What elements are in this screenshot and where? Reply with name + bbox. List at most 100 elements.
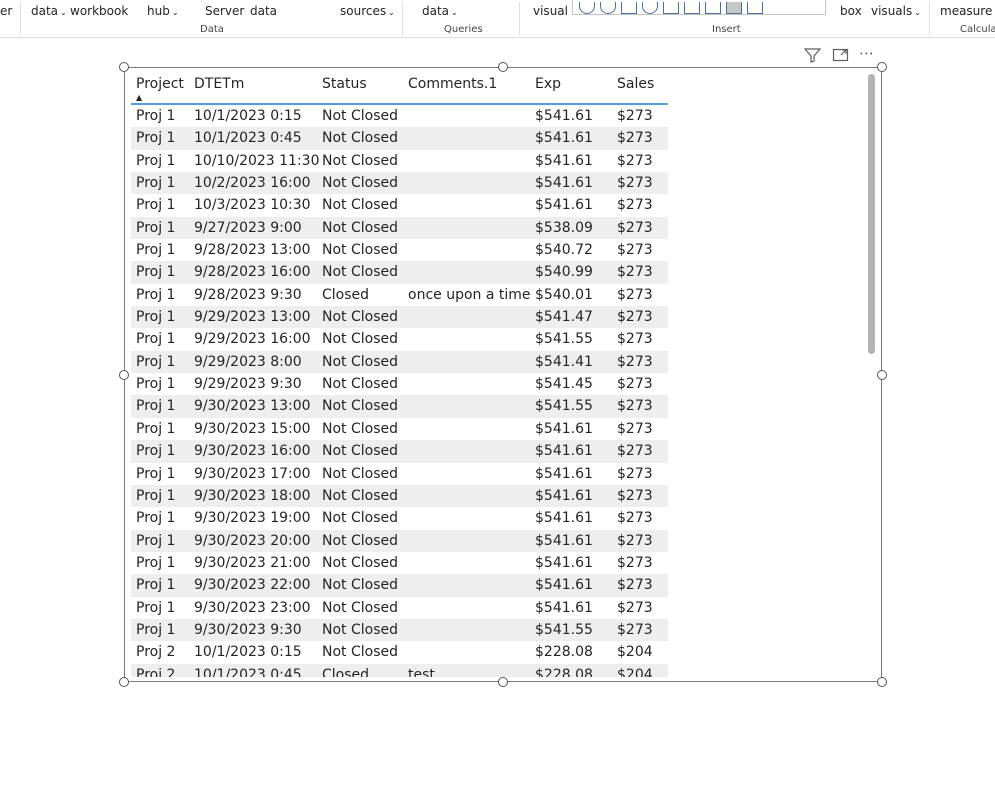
cell-dtetm: 10/1/2023 0:45 <box>194 666 302 677</box>
excel-workbook-button[interactable]: workbook <box>70 4 128 18</box>
cell-project: Proj 1 <box>136 420 176 437</box>
table-row[interactable]: Proj 1 9/30/2023 15:00 Not Closed $541.61 $2… <box>131 418 668 440</box>
cell-sales: $273 <box>617 242 653 259</box>
new-visual-button[interactable]: visual <box>533 4 568 18</box>
cell-project: Proj 2 <box>136 644 176 661</box>
table-icon[interactable] <box>726 2 742 14</box>
recent-sources-button[interactable]: sources ⌄ <box>340 4 395 18</box>
map-icon[interactable] <box>642 2 658 14</box>
table-row[interactable]: Proj 1 9/30/2023 21:00 Not Closed $541.61 $2… <box>131 552 668 574</box>
filter-icon[interactable] <box>803 47 822 67</box>
table-row[interactable]: Proj 1 9/30/2023 18:00 Not Closed $541.61 $2… <box>131 484 668 508</box>
resize-handle-top-left[interactable] <box>119 62 129 72</box>
matrix-icon[interactable] <box>747 2 763 14</box>
multi-row-card-icon[interactable] <box>705 2 721 14</box>
table-row[interactable]: Proj 1 9/27/2023 9:00 Not Closed $538.09 $27… <box>131 216 668 240</box>
resize-handle-left[interactable] <box>119 370 129 380</box>
column-header-status[interactable]: Status <box>322 76 367 92</box>
resize-handle-top-right[interactable] <box>877 62 887 72</box>
data-hub-button[interactable]: hub ⌄ <box>147 4 179 18</box>
cell-status: Not Closed <box>322 599 399 616</box>
cell-dtetm: 9/30/2023 9:30 <box>194 621 302 638</box>
table-row[interactable]: Proj 1 9/30/2023 9:30 Not Closed $541.55 $27… <box>131 618 668 642</box>
cell-dtetm: 9/30/2023 21:00 <box>194 554 311 571</box>
table-row[interactable]: Proj 1 9/30/2023 17:00 Not Closed $541.61 $2… <box>131 463 668 485</box>
resize-handle-bottom[interactable] <box>498 677 508 687</box>
text-box-button[interactable]: box <box>840 4 862 18</box>
cell-status: Not Closed <box>322 398 399 415</box>
chevron-down-icon: ⌄ <box>914 8 921 17</box>
chevron-down-icon: ⌄ <box>171 8 179 17</box>
cell-dtetm: 10/1/2023 0:15 <box>194 644 302 661</box>
table-header: Project ▲ DTETm Status Comments.1 Exp Sa… <box>131 72 668 105</box>
cell-exp: $541.61 <box>535 554 593 571</box>
cell-exp: $541.61 <box>535 152 593 169</box>
table-row[interactable]: Proj 1 10/1/2023 0:15 Not Closed $541.61 $27… <box>131 105 668 127</box>
cell-project: Proj 1 <box>136 219 176 236</box>
bar-chart-icon[interactable] <box>621 2 637 14</box>
table-row[interactable]: Proj 1 9/28/2023 13:00 Not Closed $540.72 $2… <box>131 239 668 261</box>
resize-handle-bottom-left[interactable] <box>119 677 129 687</box>
column-header-project[interactable]: Project <box>136 76 184 92</box>
column-header-dtetm[interactable]: DTETm <box>194 76 244 92</box>
card-icon[interactable] <box>684 2 700 14</box>
column-header-comments[interactable]: Comments.1 <box>408 76 497 92</box>
gauge-icon[interactable] <box>600 2 616 14</box>
new-measure-button[interactable]: measure m <box>940 4 995 18</box>
cell-dtetm: 9/28/2023 9:30 <box>194 286 302 303</box>
enter-data-button[interactable]: data <box>250 4 277 18</box>
cell-sales: $273 <box>617 577 653 594</box>
resize-handle-top[interactable] <box>498 62 508 72</box>
cell-project: Proj 1 <box>136 353 176 370</box>
get-data-button[interactable]: data ⌄ <box>31 4 67 18</box>
cell-status: Not Closed <box>322 554 399 571</box>
cell-exp: $541.41 <box>535 353 593 370</box>
table-row[interactable]: Proj 1 9/30/2023 20:00 Not Closed $541.61 $2… <box>131 529 668 552</box>
sql-server-button[interactable]: Server <box>205 4 244 18</box>
cell-project: Proj 1 <box>136 264 176 281</box>
focus-mode-icon[interactable] <box>832 47 849 67</box>
cell-dtetm: 9/30/2023 15:00 <box>194 420 311 437</box>
cell-dtetm: 9/30/2023 18:00 <box>194 487 311 504</box>
table-row[interactable]: Proj 1 10/3/2023 10:30 Not Closed $541.61 $2… <box>131 194 668 216</box>
cell-project: Proj 1 <box>136 554 176 571</box>
ribbon-item-partial[interactable]: er <box>0 4 12 18</box>
table-row[interactable]: Proj 1 10/2/2023 16:00 Not Closed $541.61 $2… <box>131 172 668 195</box>
donut-chart-icon[interactable] <box>579 2 595 14</box>
table-row[interactable]: Proj 1 9/30/2023 16:00 Not Closed $541.61 $2… <box>131 440 668 463</box>
cell-status: Not Closed <box>322 242 399 259</box>
cell-sales: $273 <box>617 309 653 326</box>
vertical-scrollbar[interactable] <box>868 74 875 354</box>
table-row[interactable]: Proj 1 9/29/2023 9:30 Not Closed $541.45 $27… <box>131 373 668 395</box>
table-row[interactable]: Proj 1 9/30/2023 22:00 Not Closed $541.61 $2… <box>131 574 668 597</box>
table-row[interactable]: Proj 1 9/29/2023 8:00 Not Closed $541.41 $27… <box>131 350 668 374</box>
column-header-sales[interactable]: Sales <box>617 76 654 92</box>
cell-exp: $541.47 <box>535 309 593 326</box>
resize-handle-bottom-right[interactable] <box>877 677 887 687</box>
cell-project: Proj 1 <box>136 443 176 460</box>
table-row[interactable]: Proj 1 10/10/2023 11:30 Not Closed $541.61 $… <box>131 150 668 172</box>
ribbon-separator <box>20 2 21 35</box>
table-row[interactable]: Proj 1 9/28/2023 16:00 Not Closed $540.99 $2… <box>131 261 668 284</box>
table-row[interactable]: Proj 1 9/30/2023 23:00 Not Closed $541.61 $2… <box>131 597 668 619</box>
table-row[interactable]: Proj 1 10/1/2023 0:45 Not Closed $541.61 $27… <box>131 127 668 150</box>
cell-dtetm: 9/30/2023 17:00 <box>194 465 311 482</box>
table-row[interactable]: Proj 1 9/28/2023 9:30 Closed once upon a ti… <box>131 284 668 306</box>
more-options-icon[interactable]: ⋯ <box>859 44 874 62</box>
table-row[interactable]: Proj 1 9/30/2023 19:00 Not Closed $541.61 $2… <box>131 507 668 529</box>
column-header-exp[interactable]: Exp <box>535 76 561 92</box>
resize-handle-right[interactable] <box>877 370 887 380</box>
table-row[interactable]: Proj 2 10/1/2023 0:45 Closed test $228.08 $20… <box>131 663 668 677</box>
more-visuals-button[interactable]: visuals ⌄ <box>871 4 921 18</box>
cell-sales: $204 <box>617 644 653 661</box>
cell-status: Not Closed <box>322 219 399 236</box>
smart-narrative-icon[interactable] <box>663 2 679 14</box>
table-row[interactable]: Proj 2 10/1/2023 0:15 Not Closed $228.08 $20… <box>131 641 668 663</box>
table-row[interactable]: Proj 1 9/30/2023 13:00 Not Closed $541.55 $2… <box>131 395 668 418</box>
cell-status: Not Closed <box>322 510 399 527</box>
cell-dtetm: 10/10/2023 11:30 <box>194 152 320 169</box>
cell-status: Not Closed <box>322 420 399 437</box>
table-row[interactable]: Proj 1 9/29/2023 16:00 Not Closed $541.55 $2… <box>131 328 668 350</box>
table-row[interactable]: Proj 1 9/29/2023 13:00 Not Closed $541.47 $2… <box>131 306 668 329</box>
refresh-data-button[interactable]: data ⌄ <box>422 4 458 18</box>
